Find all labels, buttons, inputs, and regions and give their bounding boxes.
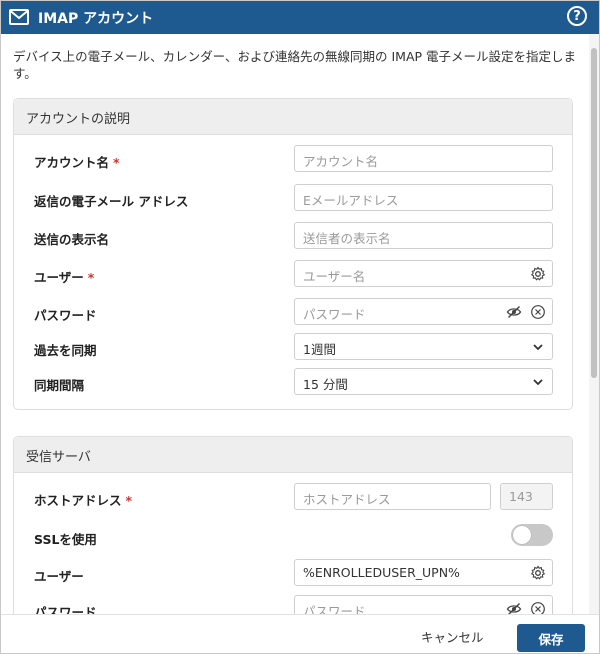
- required-mark: *: [113, 155, 120, 170]
- scrollbar-thumb[interactable]: [591, 48, 597, 378]
- mail-icon: [9, 9, 29, 25]
- toggle-knob: [513, 526, 531, 544]
- scrollbar[interactable]: [589, 34, 599, 614]
- chevron-down-icon: [533, 344, 543, 351]
- account-name-input[interactable]: アカウント名: [294, 145, 553, 172]
- use-ssl-row: SSLを使用: [14, 522, 572, 552]
- reply-email-input[interactable]: Eメールアドレス: [294, 184, 553, 211]
- sync-interval-row: 同期間隔 15 分間: [14, 368, 572, 398]
- clear-icon[interactable]: [530, 601, 546, 614]
- field-label: パスワード: [34, 605, 97, 614]
- chevron-down-icon: [533, 379, 543, 386]
- host-address-input[interactable]: ホストアドレス: [294, 483, 491, 510]
- gear-icon[interactable]: [530, 565, 546, 581]
- sync-interval-select[interactable]: 15 分間: [294, 368, 553, 395]
- password-row: パスワード パスワード: [14, 298, 572, 328]
- field-label: ホストアドレス *: [34, 493, 133, 508]
- account-section: アカウントの説明 アカウント名 * アカウント名 返信の電子メール アドレス Eメ…: [13, 98, 573, 410]
- field-label: 過去を同期: [34, 343, 97, 358]
- section-title: 受信サーバ: [14, 437, 572, 473]
- sender-display-name-input[interactable]: 送信者の表示名: [294, 222, 553, 249]
- field-label: パスワード: [34, 308, 97, 323]
- past-sync-select[interactable]: 1週間: [294, 333, 553, 360]
- incoming-server-section: 受信サーバ ホストアドレス * ホストアドレス 143 SSLを使用 ユーザー %…: [13, 436, 573, 614]
- field-label: アカウント名 *: [34, 155, 120, 170]
- section-title: アカウントの説明: [14, 99, 572, 135]
- field-label: 同期間隔: [34, 378, 85, 393]
- field-label: ユーザー *: [34, 270, 95, 285]
- dialog-title: IMAP アカウント: [38, 11, 154, 27]
- imap-account-dialog: IMAP アカウント ? デバイス上の電子メール、カレンダー、および連絡先の無線…: [0, 0, 600, 654]
- clear-icon[interactable]: [530, 304, 546, 320]
- required-mark: *: [87, 270, 95, 285]
- user-input[interactable]: ユーザー名: [294, 260, 553, 287]
- dialog-description: デバイス上の電子メール、カレンダー、および連絡先の無線同期の IMAP 電子メー…: [13, 49, 577, 81]
- ssl-toggle[interactable]: [511, 524, 553, 546]
- gear-icon[interactable]: [530, 266, 546, 282]
- incoming-user-input[interactable]: %ENROLLEDUSER_UPN%: [294, 559, 553, 586]
- user-row: ユーザー * ユーザー名: [14, 260, 572, 290]
- field-label: SSLを使用: [34, 532, 97, 547]
- reply-email-row: 返信の電子メール アドレス Eメールアドレス: [14, 184, 572, 214]
- dialog-body[interactable]: デバイス上の電子メール、カレンダー、および連絡先の無線同期の IMAP 電子メー…: [1, 34, 599, 614]
- required-mark: *: [125, 493, 133, 508]
- eye-off-icon[interactable]: [506, 601, 522, 614]
- past-sync-row: 過去を同期 1週間: [14, 333, 572, 363]
- password-input[interactable]: パスワード: [294, 298, 553, 325]
- field-label: ユーザー: [34, 569, 84, 584]
- account-name-row: アカウント名 * アカウント名: [14, 145, 572, 175]
- port-input[interactable]: 143: [500, 483, 553, 510]
- dialog-footer: キャンセル 保存: [1, 614, 599, 653]
- sender-display-name-row: 送信の表示名 送信者の表示名: [14, 222, 572, 252]
- incoming-user-row: ユーザー %ENROLLEDUSER_UPN%: [14, 559, 572, 589]
- host-address-row: ホストアドレス * ホストアドレス 143: [14, 483, 572, 513]
- cancel-button[interactable]: キャンセル: [421, 627, 484, 646]
- save-button[interactable]: 保存: [517, 624, 585, 652]
- incoming-password-input[interactable]: パスワード: [294, 595, 553, 614]
- eye-off-icon[interactable]: [506, 304, 522, 320]
- field-label: 送信の表示名: [34, 232, 110, 247]
- help-icon[interactable]: ?: [567, 6, 587, 26]
- dialog-titlebar: IMAP アカウント ?: [1, 1, 599, 34]
- incoming-password-row: パスワード パスワード: [14, 595, 572, 614]
- field-label: 返信の電子メール アドレス: [34, 194, 189, 209]
